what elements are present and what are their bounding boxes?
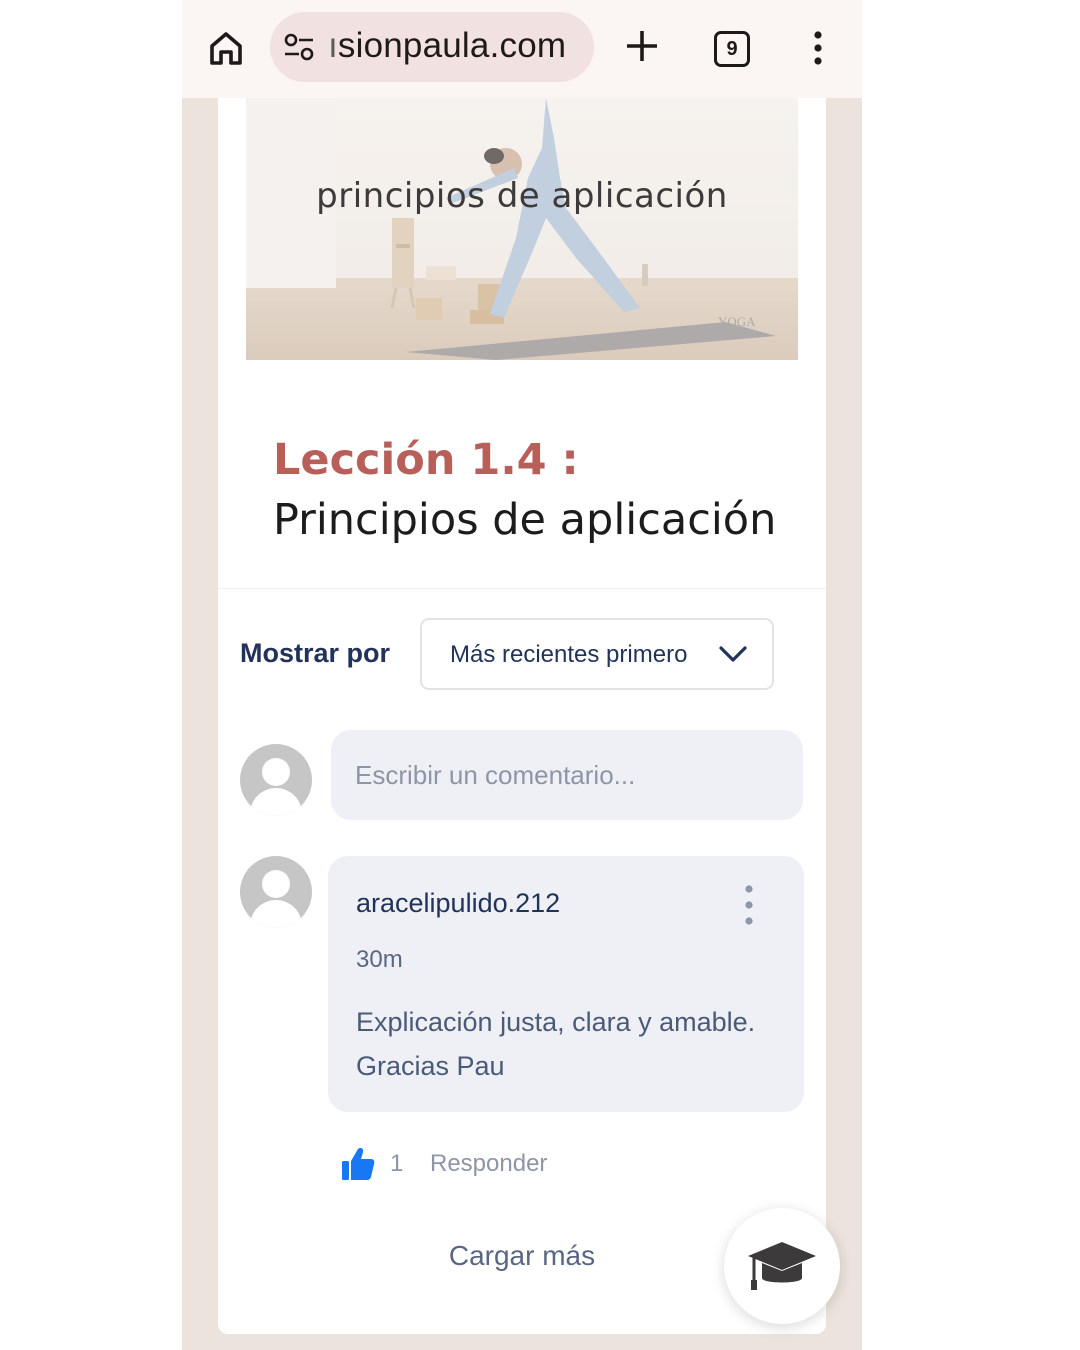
lesson-title: Lección 1.4 : Principios de aplicación (273, 430, 793, 550)
video-overlay-title: principios de aplicación (316, 176, 728, 216)
comment-item: aracelipulido.212 30m Explicación justa,… (328, 856, 804, 1112)
tab-count: 9 (714, 31, 750, 67)
lesson-number: Lección 1.4 : (273, 435, 579, 485)
reply-link[interactable]: Responder (430, 1150, 547, 1178)
comment-text: Explicación justa, clara y amable. Graci… (356, 1007, 756, 1081)
thumbs-up-icon[interactable] (340, 1146, 376, 1182)
video-thumbnail[interactable]: YOGA principios de aplicación (246, 98, 798, 360)
browser-toolbar: ısionpaula.com 9 (182, 0, 862, 98)
comment-author[interactable]: aracelipulido.212 (356, 888, 560, 919)
lesson-name: Principios de aplicación (273, 495, 777, 545)
tab-switcher-icon[interactable]: 9 (712, 29, 750, 67)
current-user-avatar (240, 744, 312, 816)
new-tab-plus-icon[interactable] (622, 26, 662, 66)
comment-time: 30m (356, 946, 403, 973)
sort-dropdown[interactable]: Más recientes primero (420, 618, 774, 690)
like-count: 1 (390, 1150, 404, 1177)
comment-input-placeholder: Escribir un comentario... (355, 760, 636, 790)
comment-author-avatar[interactable] (240, 856, 312, 928)
chevron-down-icon (718, 644, 748, 664)
phone-screen: ısionpaula.com 9 YOGA principios de apli… (182, 0, 862, 1350)
graduation-cap-icon (748, 1242, 816, 1290)
comment-input[interactable]: Escribir un comentario... (331, 730, 803, 820)
home-icon[interactable] (206, 28, 246, 68)
url-text: ısionpaula.com (328, 26, 567, 65)
site-settings-icon[interactable] (284, 33, 314, 61)
address-bar[interactable]: ısionpaula.com (270, 12, 594, 82)
sort-dropdown-value: Más recientes primero (450, 641, 688, 668)
video-scene: YOGA (246, 98, 798, 360)
lesson-card: YOGA principios de aplicación Lección 1.… (218, 98, 826, 1334)
divider (218, 588, 826, 589)
courses-fab[interactable] (724, 1208, 840, 1324)
url-fade (318, 12, 340, 82)
overflow-menu-icon[interactable] (806, 30, 830, 66)
more-options-icon[interactable] (742, 884, 756, 926)
sort-label: Mostrar por (240, 638, 391, 668)
